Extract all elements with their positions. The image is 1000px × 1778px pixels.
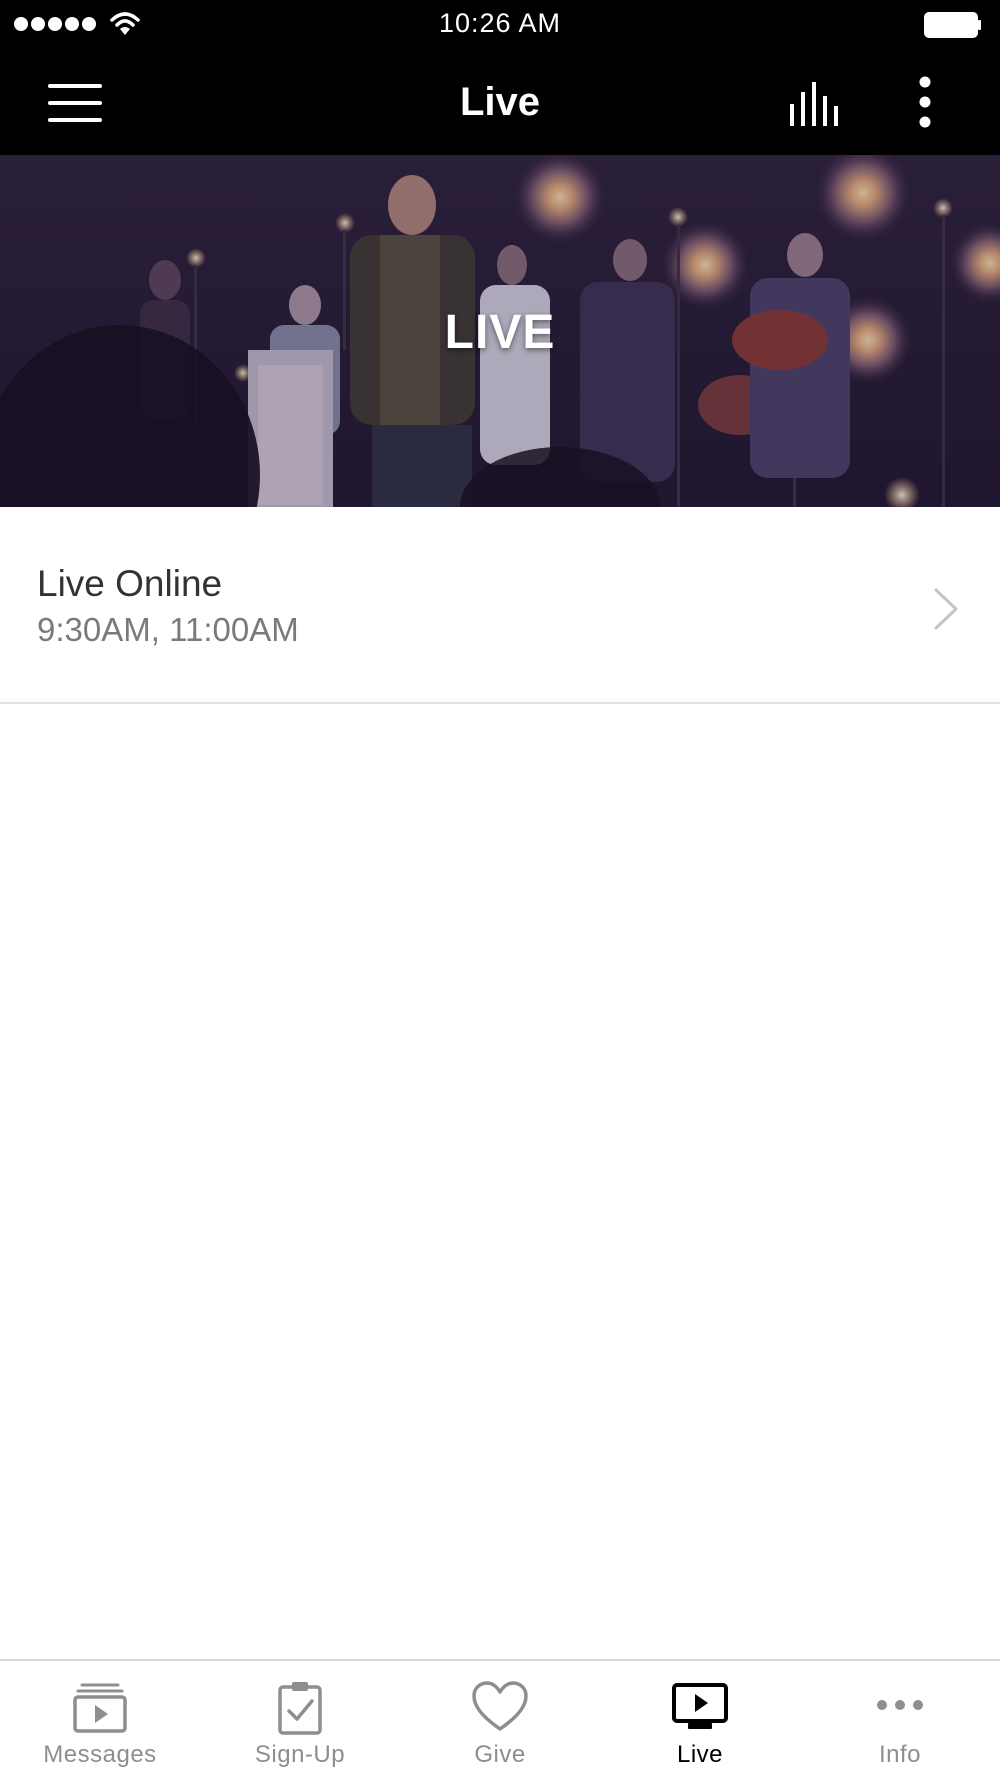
live-hero-banner[interactable]: LIVE [0, 155, 1000, 507]
heart-icon [472, 1681, 528, 1731]
media-play-stack-icon [73, 1683, 127, 1733]
page-title: Live [459, 80, 541, 124]
tab-messages[interactable]: Messages [0, 1661, 200, 1778]
status-bar: 10:26 AM [0, 0, 1000, 50]
hamburger-menu-icon[interactable] [48, 84, 102, 122]
tab-bar: Messages Sign-Up Give Live Info [0, 1659, 1000, 1778]
tab-live[interactable]: Live [600, 1661, 800, 1778]
tab-label: Messages [43, 1741, 157, 1768]
tab-sign-up[interactable]: Sign-Up [200, 1661, 400, 1778]
nav-bar: Live [0, 50, 1000, 155]
list-item-live-online[interactable]: Live Online 9:30AM, 11:00AM [0, 507, 1000, 704]
more-horizontal-icon [877, 1700, 923, 1710]
status-time: 10:26 AM [438, 8, 562, 38]
battery-icon [924, 12, 981, 38]
list-item-subtitle: 9:30AM, 11:00AM [37, 611, 299, 648]
tv-play-icon [672, 1683, 728, 1729]
list-item-title: Live Online [37, 563, 223, 604]
tab-info[interactable]: Info [800, 1661, 1000, 1778]
hero-live-label: LIVE [444, 306, 556, 359]
tab-give[interactable]: Give [400, 1661, 600, 1778]
tab-label: Give [474, 1741, 526, 1768]
audio-levels-icon[interactable] [788, 78, 846, 128]
clipboard-check-icon [278, 1682, 322, 1735]
tab-label: Sign-Up [254, 1741, 346, 1768]
more-vertical-icon[interactable] [905, 74, 945, 130]
chevron-right-icon [934, 588, 958, 630]
tab-label: Live [676, 1741, 724, 1768]
tab-label: Info [878, 1741, 922, 1768]
